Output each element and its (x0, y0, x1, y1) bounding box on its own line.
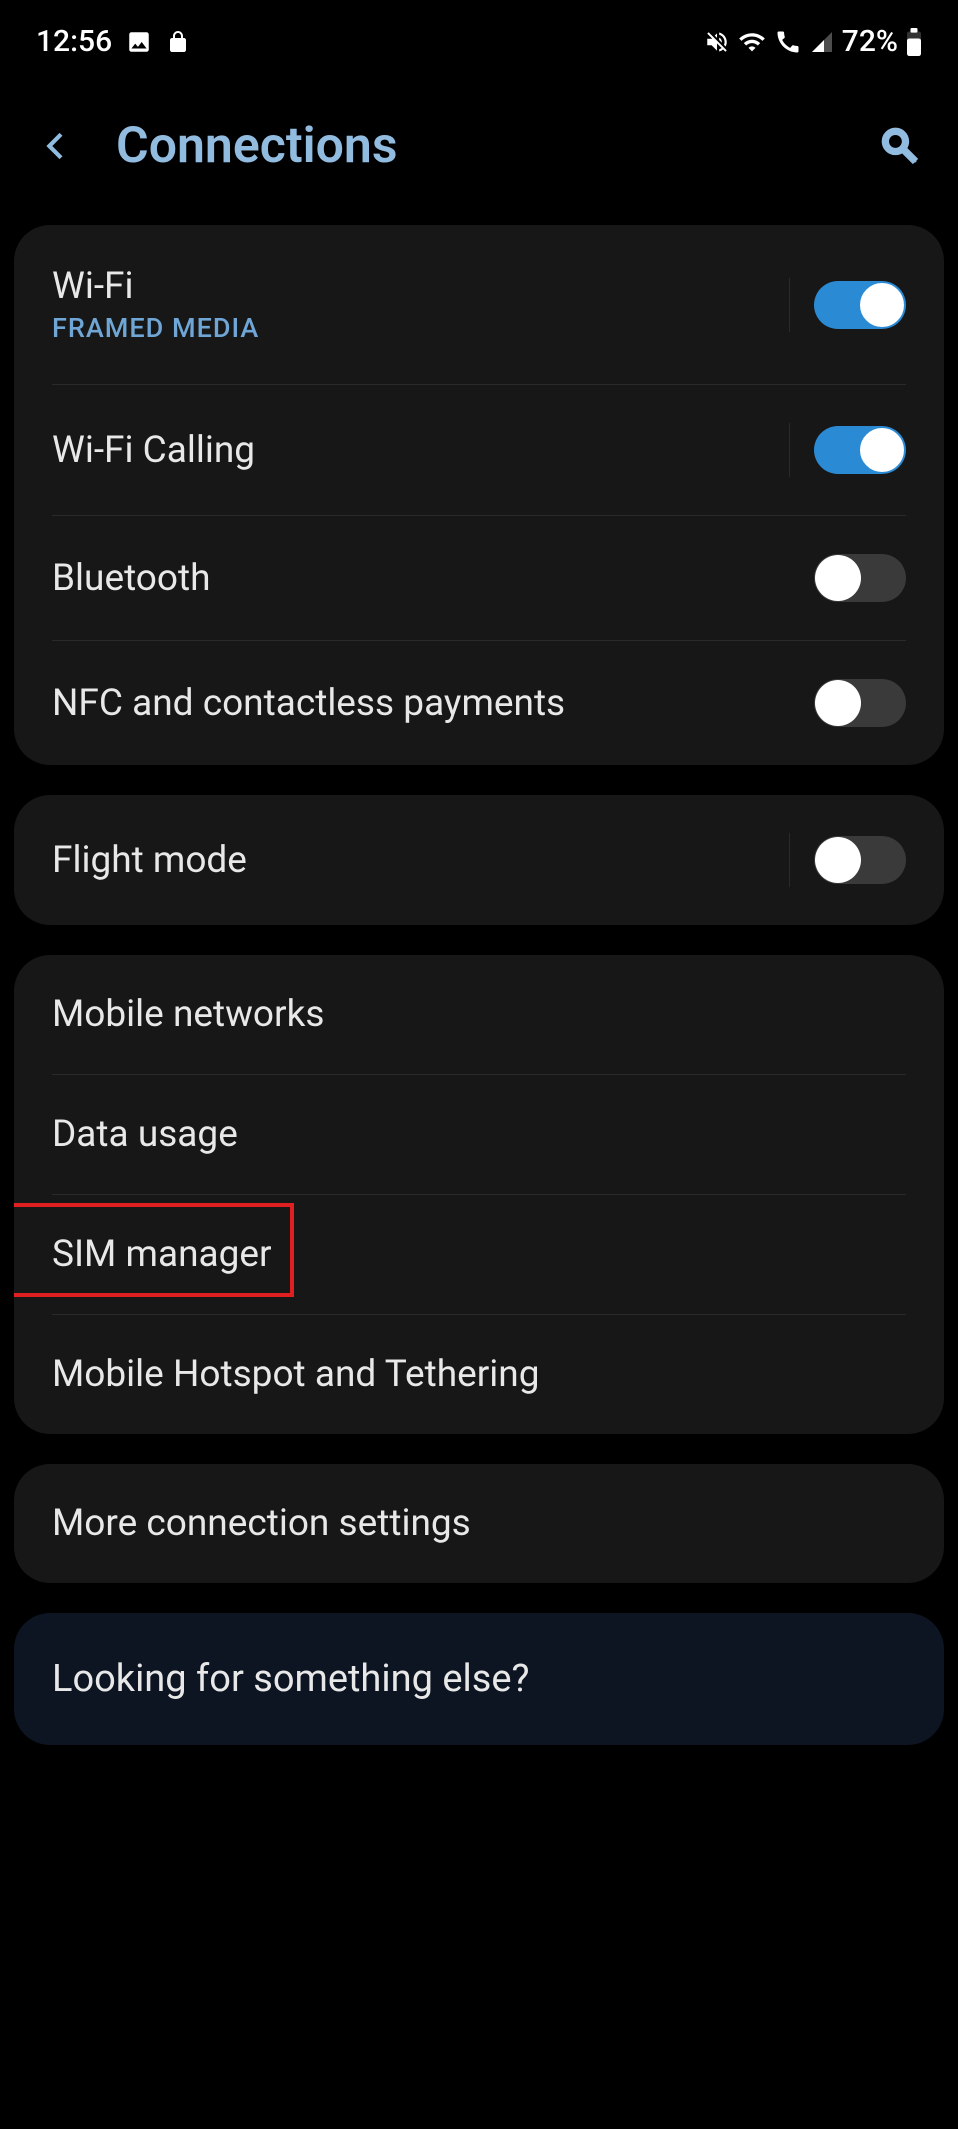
battery-percent: 72% (842, 24, 898, 59)
toggle-wrap (789, 423, 906, 477)
row-title: Flight mode (52, 839, 247, 882)
row-title: NFC and contactless payments (52, 682, 565, 725)
toggle-divider (789, 833, 790, 887)
search-button[interactable] (878, 124, 922, 168)
footer-text: Looking for something else? (52, 1657, 906, 1701)
settings-card: Flight mode (14, 795, 944, 925)
settings-card: More connection settings (14, 1464, 944, 1583)
row-wrapper: SIM manager (14, 1195, 944, 1314)
status-left: 12:56 (36, 24, 190, 59)
row-title: Bluetooth (52, 557, 211, 600)
more-connection-row[interactable]: More connection settings (14, 1464, 944, 1583)
row-title: Mobile Hotspot and Tethering (52, 1353, 539, 1396)
status-right: 72% (704, 24, 922, 59)
footer-card[interactable]: Looking for something else? (14, 1613, 944, 1745)
row-labels: Wi-Fi FRAMED MEDIA (52, 265, 259, 344)
header: Connections (0, 77, 958, 225)
back-button[interactable] (36, 122, 76, 170)
row-title: Wi-Fi Calling (52, 429, 255, 472)
status-time: 12:56 (36, 24, 112, 59)
settings-card: Mobile networks Data usage SIM manager M… (14, 955, 944, 1434)
wifi-icon (738, 28, 766, 56)
row-subtitle: FRAMED MEDIA (52, 312, 259, 344)
wifi-toggle[interactable] (814, 281, 906, 329)
toggle-divider (789, 278, 790, 332)
bluetooth-row[interactable]: Bluetooth (14, 516, 944, 640)
highlight-box (14, 1203, 294, 1297)
header-left: Connections (36, 117, 398, 175)
row-title: Mobile networks (52, 993, 324, 1036)
wifi-calling-toggle[interactable] (814, 426, 906, 474)
lock-icon (166, 30, 190, 54)
hotspot-tethering-row[interactable]: Mobile Hotspot and Tethering (14, 1315, 944, 1434)
toggle-divider (789, 423, 790, 477)
battery-icon (906, 28, 922, 56)
flight-mode-row[interactable]: Flight mode (14, 795, 944, 925)
bluetooth-toggle[interactable] (814, 554, 906, 602)
toggle-wrap (789, 833, 906, 887)
wifi-calling-row[interactable]: Wi-Fi Calling (14, 385, 944, 515)
signal-icon (810, 30, 834, 54)
row-title: More connection settings (52, 1502, 471, 1545)
mute-icon (704, 29, 730, 55)
mobile-networks-row[interactable]: Mobile networks (14, 955, 944, 1074)
nfc-row[interactable]: NFC and contactless payments (14, 641, 944, 765)
wifi-calling-icon (774, 28, 802, 56)
data-usage-row[interactable]: Data usage (14, 1075, 944, 1194)
wifi-row[interactable]: Wi-Fi FRAMED MEDIA (14, 225, 944, 384)
row-title: Wi-Fi (52, 265, 259, 308)
page-title: Connections (116, 117, 398, 175)
image-icon (126, 29, 152, 55)
settings-card: Wi-Fi FRAMED MEDIA Wi-Fi Calling Bluetoo… (14, 225, 944, 765)
status-bar: 12:56 72% (0, 0, 958, 77)
row-title: Data usage (52, 1113, 238, 1156)
toggle-wrap (789, 278, 906, 332)
flight-mode-toggle[interactable] (814, 836, 906, 884)
nfc-toggle[interactable] (814, 679, 906, 727)
